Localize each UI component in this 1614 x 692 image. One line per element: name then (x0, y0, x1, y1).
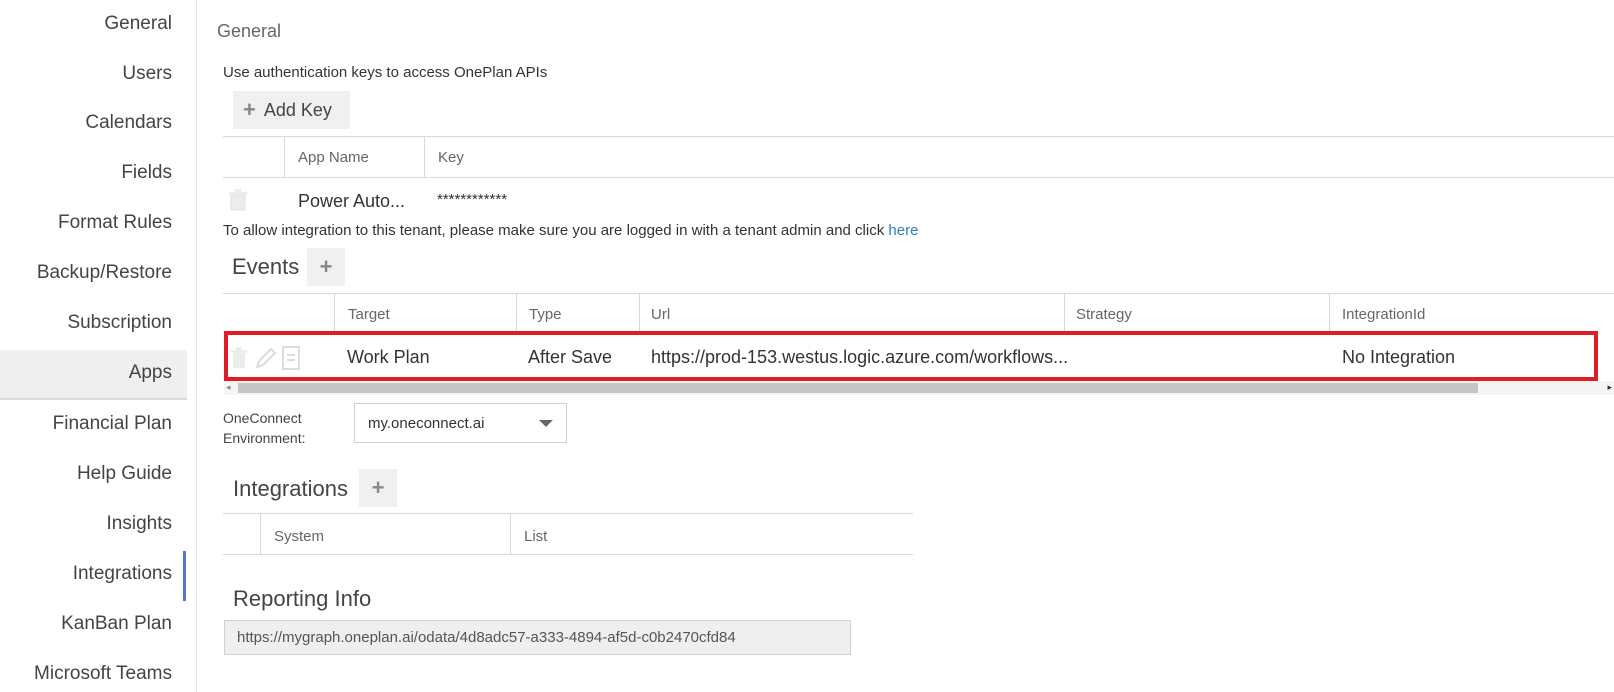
plus-icon: + (243, 97, 256, 122)
events-heading: Events (232, 254, 300, 279)
column-header-integrationid: IntegrationId (1342, 306, 1426, 323)
scroll-thumb[interactable] (238, 383, 1478, 393)
column-header-type: Type (529, 306, 562, 323)
sidebar-item-kanban-plan[interactable]: KanBan Plan (0, 602, 187, 646)
sidebar-item-subscription[interactable]: Subscription (0, 301, 187, 345)
column-header-strategy: Strategy (1076, 306, 1132, 323)
environment-label-line1: OneConnect (223, 410, 302, 426)
add-key-label: Add Key (263, 99, 332, 120)
sidebar-item-integrations[interactable]: Integrations (0, 552, 187, 596)
apps-settings-panel: General Use authentication keys to acces… (217, 0, 1614, 692)
add-key-button[interactable]: + Add Key (233, 91, 350, 129)
reporting-url-field[interactable]: https://mygraph.oneplan.ai/odata/4d8adc5… (224, 620, 851, 655)
trash-icon[interactable] (228, 189, 248, 216)
scroll-left-icon[interactable]: ◂ (226, 382, 231, 393)
api-keys-description: Use authentication keys to access OnePla… (223, 64, 548, 81)
environment-label-line2: Environment: (223, 430, 306, 446)
environment-label: OneConnect Environment: (223, 408, 305, 448)
sidebar-item-calendars[interactable]: Calendars (0, 101, 187, 145)
column-header-list: List (524, 528, 548, 545)
sidebar-item-apps[interactable]: Apps (0, 350, 187, 400)
reporting-info-heading: Reporting Info (233, 586, 372, 611)
sidebar-item-help-guide[interactable]: Help Guide (0, 452, 187, 496)
sidebar-item-general[interactable]: General (0, 2, 187, 46)
column-header-app-name: App Name (298, 149, 369, 166)
settings-sidebar: General Users Calendars Fields Format Ru… (0, 0, 197, 692)
chevron-down-icon (539, 420, 553, 427)
environment-select[interactable]: my.oneconnect.ai (354, 403, 567, 443)
nav-scroll-indicator (183, 551, 186, 601)
sidebar-item-microsoft-teams[interactable]: Microsoft Teams (0, 652, 187, 692)
scroll-right-icon[interactable]: ▸ (1607, 382, 1612, 393)
sidebar-item-format-rules[interactable]: Format Rules (0, 201, 187, 245)
add-integration-button[interactable]: + (359, 469, 397, 507)
highlighted-event-row (224, 331, 1598, 381)
sidebar-item-backup-restore[interactable]: Backup/Restore (0, 251, 187, 295)
events-horizontal-scrollbar[interactable]: ◂ ▸ (224, 381, 1614, 395)
column-header-key: Key (438, 149, 464, 166)
column-header-url: Url (651, 306, 671, 323)
tenant-integration-note: To allow integration to this tenant, ple… (223, 222, 918, 239)
key-cell: ************ (437, 191, 508, 208)
tenant-integration-link[interactable]: here (888, 222, 918, 239)
sidebar-item-insights[interactable]: Insights (0, 502, 187, 546)
sidebar-item-financial-plan[interactable]: Financial Plan (0, 402, 187, 446)
app-name-cell: Power Auto... (298, 191, 406, 211)
tenant-integration-text: To allow integration to this tenant, ple… (223, 222, 885, 239)
column-header-target: Target (348, 306, 390, 323)
add-event-button[interactable]: + (307, 248, 345, 286)
general-section-title: General (217, 21, 282, 41)
plus-icon: + (319, 254, 333, 279)
sidebar-item-fields[interactable]: Fields (0, 151, 187, 195)
column-header-system: System (274, 528, 325, 545)
sidebar-item-users[interactable]: Users (0, 52, 187, 96)
plus-icon: + (371, 475, 385, 500)
integrations-heading: Integrations (233, 476, 348, 501)
environment-selected-value: my.oneconnect.ai (368, 414, 485, 432)
